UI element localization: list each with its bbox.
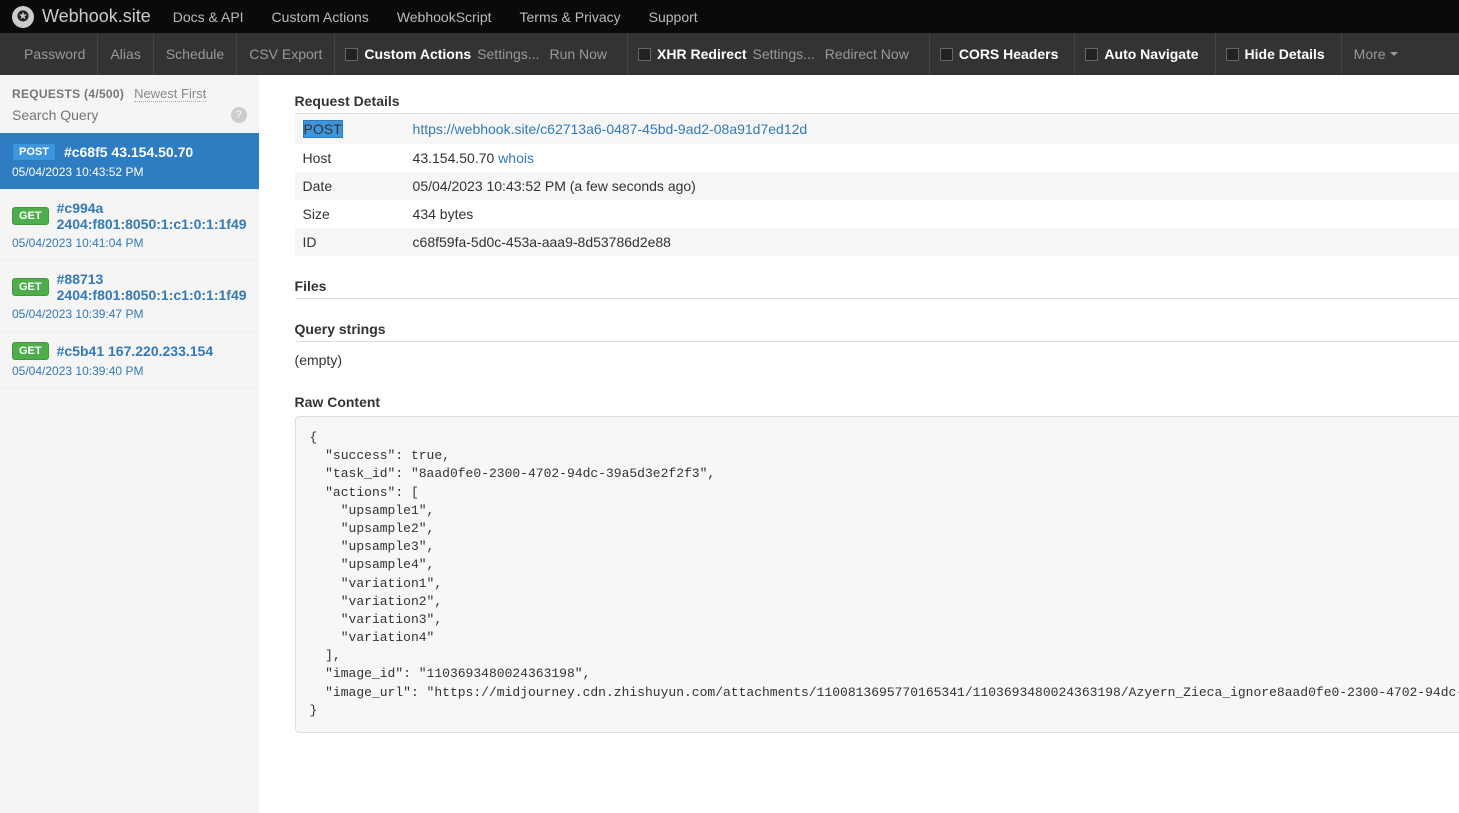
brand-text: Webhook.site [42,6,151,27]
sort-toggle[interactable]: Newest First [134,86,206,102]
toolbar-item[interactable]: Password [12,33,98,75]
request-hash: #c5b41 167.220.233.154 [57,343,213,359]
toolbar-group: Hide Details [1216,33,1342,75]
query-strings-heading: Query strings [295,321,1459,337]
request-hash: #c994a 2404:f801:8050:1:c1:0:1:1f49 [57,200,247,232]
raw-content-heading: Raw Content [295,394,1459,410]
raw-content-body[interactable]: { "success": true, "task_id": "8aad0fe0-… [295,416,1459,733]
toolbar-group-label[interactable]: Custom Actions [364,46,471,62]
requests-count: REQUESTS (4/500) [12,87,124,101]
brand-logo[interactable]: ✪ Webhook.site [12,6,151,28]
toolbar-group-label[interactable]: CORS Headers [959,46,1059,62]
checkbox[interactable] [345,48,358,61]
method-badge: GET [12,342,49,360]
whois-link[interactable]: whois [498,150,534,166]
detail-table: POST https://webhook.site/c62713a6-0487-… [295,113,1459,256]
toolbar-option[interactable]: Settings... [477,46,539,62]
toolbar-option[interactable]: Run Now [549,46,607,62]
request-hash: #88713 2404:f801:8050:1:c1:0:1:1f49 [57,271,247,303]
navbar-top: ✪ Webhook.site Docs & API Custom Actions W… [0,0,1459,33]
nav-link[interactable]: Custom Actions [272,9,369,25]
method-badge: POST [12,143,56,161]
toolbar-group: Auto Navigate [1075,33,1215,75]
sidebar: REQUESTS (4/500) Newest First ? POST #c68… [0,75,259,813]
checkbox[interactable] [940,48,953,61]
method-badge: GET [12,278,49,296]
search-input[interactable] [12,107,231,123]
nav-link[interactable]: Docs & API [173,9,244,25]
help-icon[interactable]: ? [231,107,247,123]
checkbox[interactable] [638,48,651,61]
chevron-down-icon [1390,52,1398,56]
toolbar-option[interactable]: Redirect Now [825,46,909,62]
request-url[interactable]: https://webhook.site/c62713a6-0487-45bd-… [413,121,808,137]
toolbar-group-label[interactable]: XHR Redirect [657,46,746,62]
toolbar-item[interactable]: CSV Export [237,33,335,75]
request-hash: #c68f5 43.154.50.70 [64,144,193,160]
request-details-heading: Request Details [295,93,400,109]
request-item[interactable]: GET #c5b41 167.220.233.154 05/04/2023 10:3… [0,332,259,389]
nav-link[interactable]: Support [649,9,698,25]
toolbar-group: CORS Headers [930,33,1076,75]
toolbar-group-label[interactable]: Auto Navigate [1104,46,1198,62]
files-heading: Files [295,278,1459,294]
request-timestamp: 05/04/2023 10:43:52 PM [12,165,247,179]
request-timestamp: 05/04/2023 10:39:47 PM [12,307,247,321]
toolbar-item[interactable]: Alias [98,33,153,75]
toolbar-group: XHR Redirect Settings... Redirect Now [628,33,930,75]
toolbar-option[interactable]: Settings... [753,46,815,62]
main-content: Request Details Permalink Raw content Ex… [259,75,1459,813]
more-dropdown[interactable]: More [1342,46,1410,62]
method-badge: GET [12,207,49,225]
checkbox[interactable] [1085,48,1098,61]
method-badge: POST [303,120,343,138]
request-item[interactable]: GET #c994a 2404:f801:8050:1:c1:0:1:1f49 05… [0,190,259,261]
toolbar-group-label[interactable]: Hide Details [1245,46,1325,62]
request-timestamp: 05/04/2023 10:39:40 PM [12,364,247,378]
checkbox[interactable] [1226,48,1239,61]
toolbar-group: Custom Actions Settings... Run Now [335,33,628,75]
nav-link[interactable]: WebhookScript [397,9,492,25]
request-item[interactable]: POST #c68f5 43.154.50.70 05/04/2023 10:43:… [0,133,259,190]
nav-link[interactable]: Terms & Privacy [520,9,621,25]
navbar-sub: PasswordAliasScheduleCSV Export Custom A… [0,33,1459,75]
query-strings-empty: (empty) [295,348,1459,372]
logo-icon: ✪ [12,6,34,28]
toolbar-item[interactable]: Schedule [154,33,237,75]
request-timestamp: 05/04/2023 10:41:04 PM [12,236,247,250]
request-item[interactable]: GET #88713 2404:f801:8050:1:c1:0:1:1f49 05… [0,261,259,332]
